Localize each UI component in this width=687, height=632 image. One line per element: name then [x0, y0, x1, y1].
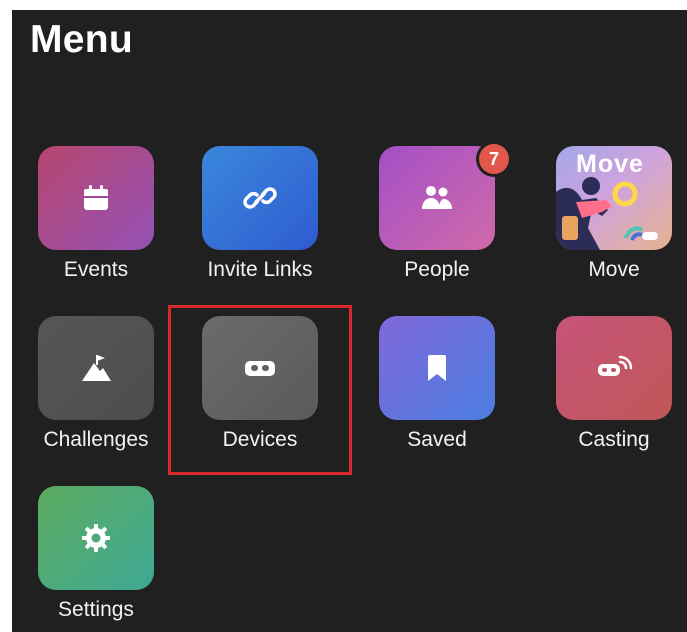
- menu-item-label: Saved: [407, 428, 467, 451]
- menu-item-move[interactable]: Move Move: [534, 140, 687, 300]
- menu-item-label: Events: [63, 258, 129, 281]
- move-thumbnail: Move: [556, 146, 672, 250]
- menu-item-settings[interactable]: Settings: [16, 480, 176, 632]
- menu-item-label: Move: [588, 258, 640, 281]
- menu-item-label: Invite Links: [207, 258, 313, 281]
- bookmark-icon: [428, 355, 446, 381]
- menu-item-events[interactable]: Events: [16, 140, 176, 300]
- challenges-tile-icon: [38, 316, 154, 420]
- menu-item-invite-links[interactable]: Invite Links: [180, 140, 340, 300]
- events-tile-icon: [38, 146, 154, 250]
- menu-item-label: Challenges: [43, 428, 149, 451]
- menu-item-label: Settings: [58, 598, 134, 621]
- mountain-flag-icon: [82, 355, 111, 381]
- settings-tile-icon: [38, 486, 154, 590]
- gear-icon: [82, 524, 110, 552]
- saved-tile-icon: [379, 316, 495, 420]
- people-icon: [422, 186, 452, 209]
- cast-icon: [598, 355, 633, 376]
- devices-highlight-box: [168, 305, 352, 475]
- calendar-icon: [84, 185, 108, 210]
- page-title: Menu: [30, 18, 134, 61]
- move-illustration: [556, 177, 658, 250]
- menu-item-challenges[interactable]: Challenges: [16, 310, 176, 470]
- notification-badge: 7: [479, 144, 509, 174]
- casting-tile-icon: [556, 316, 672, 420]
- menu-item-casting[interactable]: Casting: [534, 310, 687, 470]
- menu-item-saved[interactable]: Saved: [357, 310, 517, 470]
- link-icon: [243, 187, 277, 209]
- menu-item-people[interactable]: 7 People: [357, 140, 517, 300]
- people-tile-icon: 7: [379, 144, 509, 250]
- menu-item-label: Casting: [578, 428, 650, 451]
- invite-links-tile-icon: [202, 146, 318, 250]
- menu-screen: Menu Events Invite Links 7 People Move M…: [12, 10, 687, 632]
- move-tile-icon: Move: [556, 146, 672, 250]
- menu-item-label: People: [404, 258, 470, 281]
